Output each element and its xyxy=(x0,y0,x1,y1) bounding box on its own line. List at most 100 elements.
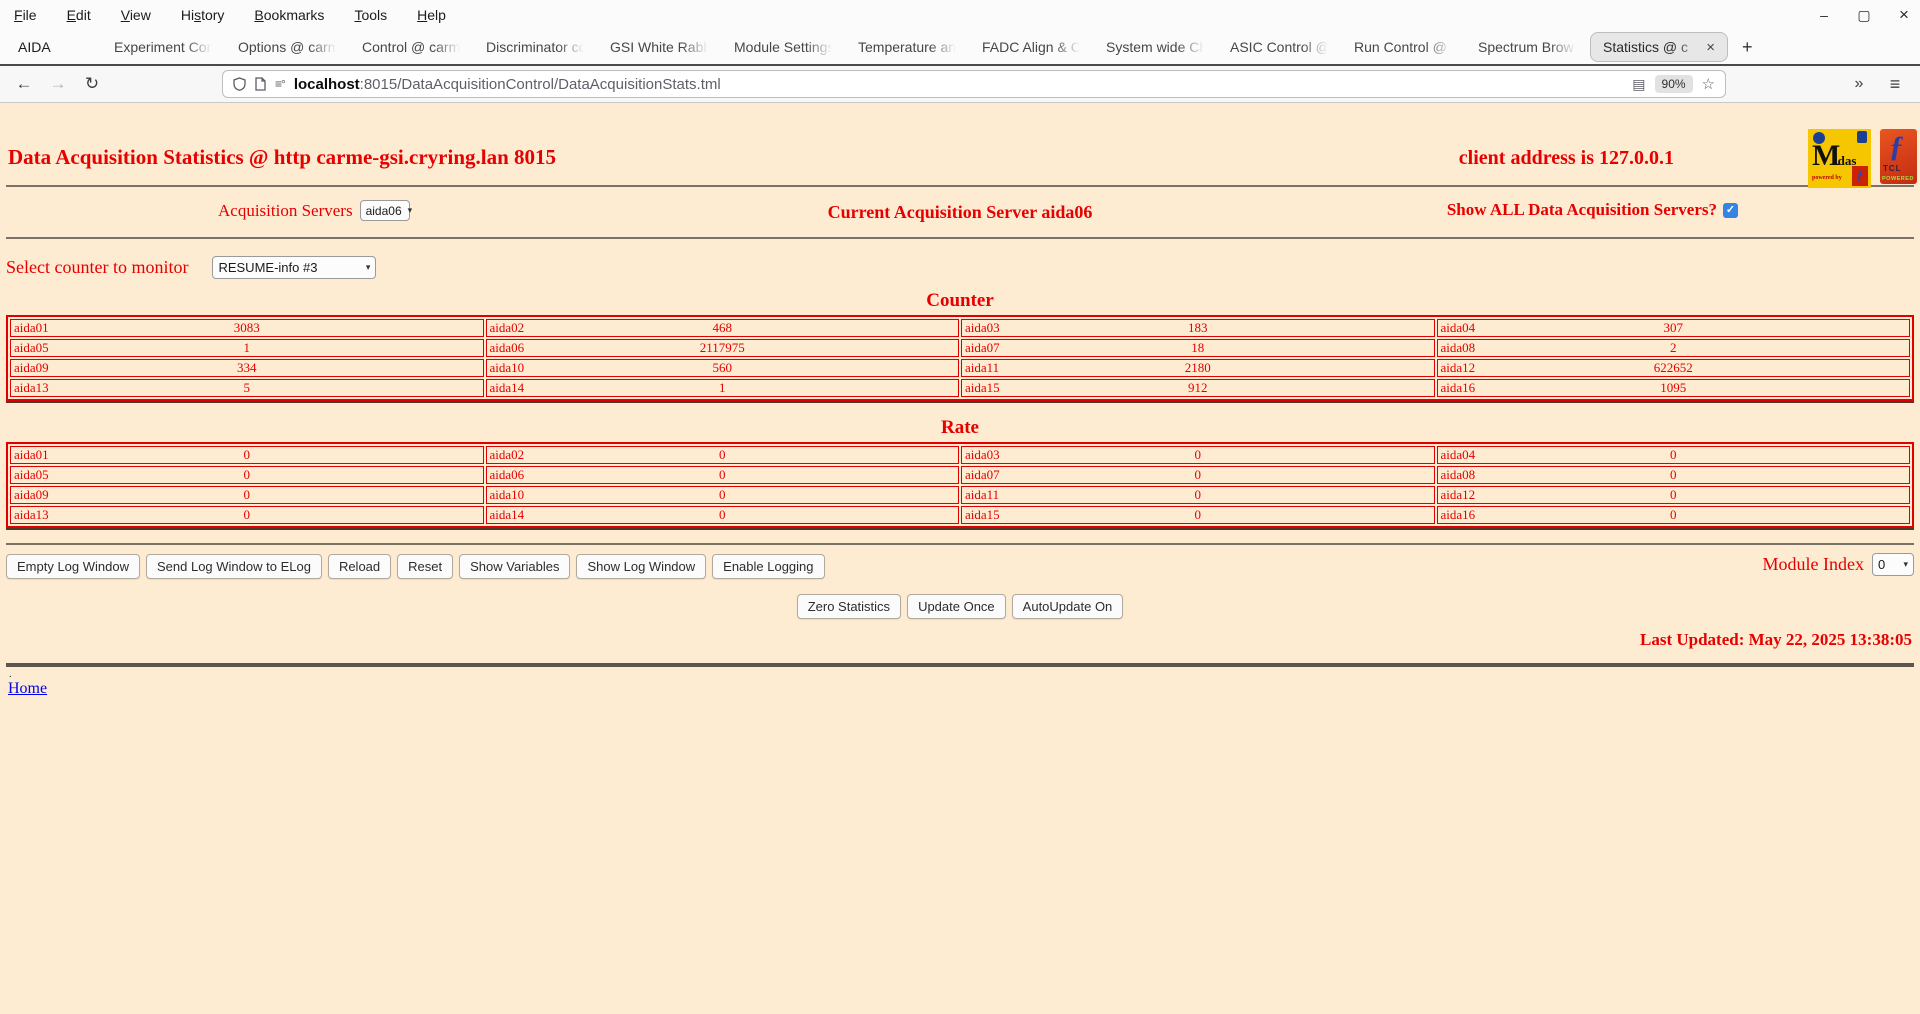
overflow-menu-icon[interactable]: » xyxy=(1844,75,1874,93)
autoupdate-on-button[interactable]: AutoUpdate On xyxy=(1011,594,1124,619)
show-log-window-button[interactable]: Show Log Window xyxy=(576,553,707,579)
menu-items: File Edit View History Bookmarks Tools Help xyxy=(14,7,446,23)
tab-13[interactable]: Statistics @ c × xyxy=(1590,32,1728,62)
channel-value: 3083 xyxy=(233,320,260,335)
back-icon[interactable]: ← xyxy=(10,74,38,94)
stat-row: aida13 0 aida14 0 aida15 0 aida16 0 xyxy=(10,506,1910,524)
stat-cell: aida14 0 xyxy=(485,506,959,524)
stat-cell: aida02 468 xyxy=(485,319,959,337)
minimize-icon[interactable]: – xyxy=(1816,7,1832,23)
page-info-icon[interactable] xyxy=(255,77,266,91)
channel-value: 0 xyxy=(1670,447,1677,462)
log-buttons: Empty Log Window Send Log Window to ELog R… xyxy=(6,553,825,579)
enable-logging-button[interactable]: Enable Logging xyxy=(712,553,825,579)
url-input[interactable]: localhost:8015/DataAcquisitionControl/Da… xyxy=(294,76,1623,93)
tab-5[interactable]: GSI White Rabb xyxy=(598,32,722,62)
tab-12[interactable]: Spectrum Brow xyxy=(1466,32,1590,62)
channel-name: aida02 xyxy=(489,320,525,335)
menu-history[interactable]: History xyxy=(181,7,225,23)
stat-cell: aida01 3083 xyxy=(10,319,484,337)
permissions-icon[interactable]: ≡° xyxy=(275,77,286,91)
tab-4[interactable]: Discriminator co xyxy=(474,32,598,62)
menu-tools[interactable]: Tools xyxy=(354,7,387,23)
tab-label: Discriminator co xyxy=(486,39,586,55)
tab-7[interactable]: Temperature an xyxy=(846,32,970,62)
tab-2[interactable]: Options @ carm xyxy=(226,32,350,62)
channel-value: 0 xyxy=(719,507,726,522)
update-once-button[interactable]: Update Once xyxy=(907,594,1006,619)
forward-icon[interactable]: → xyxy=(44,74,72,94)
tcl-feather-icon: ƒ xyxy=(1889,130,1904,163)
stat-cell: aida10 0 xyxy=(485,486,959,504)
show-variables-button[interactable]: Show Variables xyxy=(459,553,571,579)
show-all-checkbox[interactable]: ✓ xyxy=(1723,202,1738,218)
tab-label: GSI White Rabb xyxy=(610,39,710,55)
reload-button[interactable]: Reload xyxy=(327,553,392,579)
channel-value: 0 xyxy=(1670,467,1677,482)
header-logos: M idas powered by ƒ ƒ TCL POWERED xyxy=(1808,129,1917,188)
channel-value: 0 xyxy=(1670,487,1677,502)
midas-shield-icon xyxy=(1857,131,1867,143)
module-index-label: Module Index xyxy=(1762,554,1864,574)
new-tab-button[interactable]: + xyxy=(1742,37,1753,58)
module-index-group: Module Index 0 ▾ xyxy=(1763,553,1914,576)
stat-cell: aida02 0 xyxy=(485,446,959,464)
log-buttons-row: Empty Log Window Send Log Window to ELog R… xyxy=(0,553,1920,579)
empty-log-window-button[interactable]: Empty Log Window xyxy=(6,553,140,579)
acquisition-server-select[interactable]: aida06 ▾ xyxy=(359,200,413,221)
channel-value: 334 xyxy=(237,360,257,375)
menu-file[interactable]: File xyxy=(14,7,37,23)
tcl-text: TCL xyxy=(1883,164,1902,173)
home-link[interactable]: Home xyxy=(8,680,47,698)
tab-3[interactable]: Control @ carm xyxy=(350,32,474,62)
send-log-window-to-elog-button[interactable]: Send Log Window to ELog xyxy=(146,553,322,579)
channel-value: 0 xyxy=(719,467,726,482)
midas-logo[interactable]: M idas powered by ƒ xyxy=(1808,129,1871,188)
channel-name: aida06 xyxy=(489,340,525,355)
tab-1[interactable]: Experiment Con xyxy=(102,32,226,62)
tcl-powered-logo[interactable]: ƒ TCL POWERED xyxy=(1880,129,1917,184)
last-updated-text: Last Updated: May 22, 2025 13:38:05 xyxy=(1640,630,1912,649)
maximize-icon[interactable]: ▢ xyxy=(1856,7,1872,24)
zoom-level-badge[interactable]: 90% xyxy=(1654,75,1693,93)
menu-view[interactable]: View xyxy=(121,7,151,23)
menu-bookmarks[interactable]: Bookmarks xyxy=(254,7,324,23)
reload-icon[interactable]: ↻ xyxy=(78,74,106,94)
dot-text: . xyxy=(9,668,12,680)
page-content: Data Acquisition Statistics @ http carme… xyxy=(0,103,1920,1014)
chevron-down-icon: ▾ xyxy=(407,205,413,215)
browser-chrome: File Edit View History Bookmarks Tools Help – … xyxy=(0,0,1920,103)
channel-value: 0 xyxy=(1194,487,1202,502)
channel-name: aida10 xyxy=(489,360,525,375)
tab-11[interactable]: Run Control @ c xyxy=(1342,32,1466,62)
menu-edit[interactable]: Edit xyxy=(67,7,91,23)
tab-label: FADC Align & C xyxy=(982,39,1081,55)
reader-mode-icon[interactable]: ▤ xyxy=(1632,76,1645,93)
hamburger-menu-icon[interactable]: ≡ xyxy=(1880,74,1910,95)
channel-name: aida15 xyxy=(965,380,1000,395)
tab-close-icon[interactable]: × xyxy=(1706,39,1715,56)
counter-select[interactable]: RESUME-info #3 ▾ xyxy=(212,255,377,279)
menu-help[interactable]: Help xyxy=(417,7,446,23)
tab-9[interactable]: System wide Ch xyxy=(1094,32,1218,62)
shield-icon[interactable] xyxy=(233,77,246,91)
counter-table: aida01 3083 aida02 468 aida03 183 aida04 307 aid… xyxy=(6,315,1914,401)
bookmark-star-icon[interactable]: ☆ xyxy=(1702,75,1715,93)
channel-name: aida05 xyxy=(14,467,49,482)
module-index-select[interactable]: 0 ▾ xyxy=(1872,553,1914,576)
stat-row: aida01 0 aida02 0 aida03 0 aida04 0 xyxy=(10,446,1910,464)
close-icon[interactable]: × xyxy=(1896,5,1912,25)
stat-cell: aida05 1 xyxy=(10,339,484,357)
reset-button[interactable]: Reset xyxy=(397,553,454,579)
stat-cell: aida06 2117975 xyxy=(485,339,959,357)
tab-0[interactable]: AIDA xyxy=(6,32,102,62)
url-bar[interactable]: ≡° localhost:8015/DataAcquisitionControl… xyxy=(222,70,1726,98)
tab-6[interactable]: Module Settings xyxy=(722,32,846,62)
channel-value: 0 xyxy=(1670,507,1677,522)
stat-row: aida05 1 aida06 2117975 aida07 18 aida08 2 xyxy=(10,339,1910,357)
channel-value: 0 xyxy=(1194,467,1202,482)
zero-statistics-button[interactable]: Zero Statistics xyxy=(796,594,902,619)
tab-10[interactable]: ASIC Control @ xyxy=(1218,32,1342,62)
channel-value: 2 xyxy=(1670,340,1677,355)
tab-8[interactable]: FADC Align & C xyxy=(970,32,1094,62)
